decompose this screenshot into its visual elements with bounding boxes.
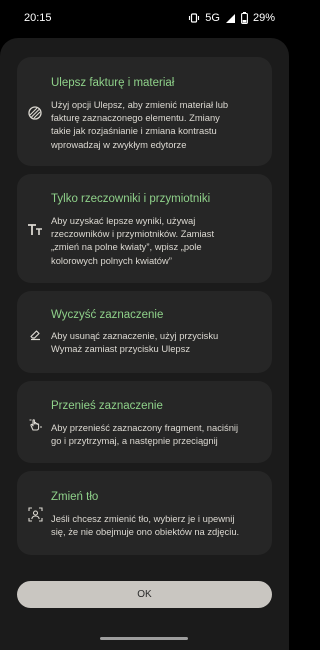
tip-title: Ulepsz fakturę i materiał — [51, 77, 175, 89]
vibrate-icon — [188, 12, 200, 24]
status-bar: 20:15 5G 29% — [0, 0, 289, 36]
tip-line: Aby przenieść zaznaczony fragment, naciś… — [51, 422, 239, 433]
tip-description: Aby uzyskać lepsze wyniki, używaj rzeczo… — [51, 214, 264, 267]
tip-card-texture: Ulepsz fakturę i materiał Użyj opcji Ule… — [17, 57, 272, 166]
status-indicators: 5G 29% — [188, 12, 275, 24]
tip-card-clear-selection: Wyczyść zaznaczenie Aby usunąć zaznaczen… — [17, 291, 272, 373]
tip-line: Wymaż zamiast przycisku Ulepsz — [51, 343, 191, 355]
gesture-nav-handle[interactable] — [100, 637, 188, 640]
tip-line: takie jak rozjaśnianie i zmiana kontrast… — [51, 125, 217, 137]
tip-card-nouns-adjectives: Tylko rzeczowniki i przymiotniki Aby uzy… — [17, 174, 272, 283]
tip-line: go i przytrzymaj, a następnie przeciągni… — [51, 435, 218, 447]
ok-button[interactable]: OK — [17, 581, 272, 608]
battery-icon — [241, 12, 248, 24]
eraser-icon — [27, 326, 43, 342]
drag-hand-icon — [27, 416, 43, 432]
signal-icon — [225, 13, 236, 24]
tip-title: Przenieś zaznaczenie — [51, 400, 163, 412]
tip-line: kolorowych polnych kwiatów” — [51, 254, 172, 266]
tip-line: fakturę zaznaczonego elementu. Zmiany — [51, 112, 220, 124]
tip-description: Użyj opcji Ulepsz, aby zmienić materiał … — [51, 98, 264, 151]
tip-line: rzeczowników i przymiotników. Zamiast — [51, 228, 215, 240]
tip-card-change-background: Zmień tło Jeśli chcesz zmienić tło, wybi… — [17, 471, 272, 555]
tip-line: Użyj opcji Ulepsz, aby zmienić materiał … — [51, 99, 229, 110]
tip-line: się, że nie obejmuje ono obiektów na zdj… — [51, 526, 240, 538]
battery-percent: 29% — [252, 12, 275, 24]
background-replace-icon — [27, 506, 43, 522]
tip-line: „zmień na polne kwiaty”, wpisz „pole — [51, 241, 202, 253]
tip-line: Jeśli chcesz zmienić tło, wybierz je i u… — [51, 513, 235, 524]
tip-title: Tylko rzeczowniki i przymiotniki — [51, 193, 211, 205]
status-time: 20:15 — [24, 12, 52, 24]
tip-card-move-selection: Przenieś zaznaczenie Aby przenieść zazna… — [17, 381, 272, 463]
network-type: 5G — [205, 12, 220, 24]
tip-line: wprowadzaj w zwykłym edytorze — [51, 138, 187, 150]
tip-title: Wyczyść zaznaczenie — [51, 309, 164, 321]
tip-description: Aby przenieść zaznaczony fragment, naciś… — [51, 421, 264, 447]
tip-description: Aby usunąć zaznaczenie, użyj przycisku W… — [51, 329, 264, 355]
text-format-icon — [27, 222, 43, 238]
tip-line: Aby uzyskać lepsze wyniki, używaj — [51, 215, 196, 226]
tip-description: Jeśli chcesz zmienić tło, wybierz je i u… — [51, 512, 264, 538]
tip-title: Zmień tło — [51, 491, 99, 503]
tip-line: Aby usunąć zaznaczenie, użyj przycisku — [51, 330, 219, 341]
texture-icon — [27, 105, 43, 121]
